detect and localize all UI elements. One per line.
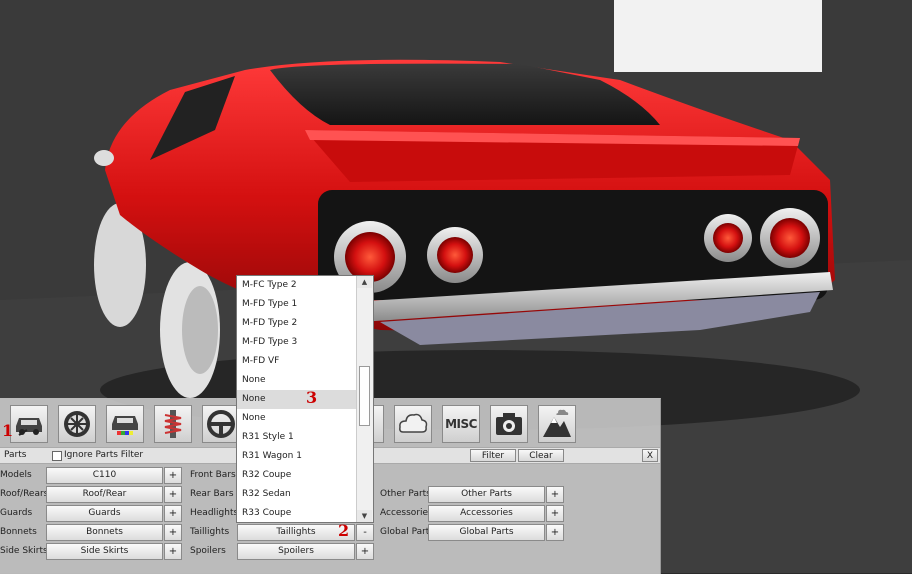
annotation-3: 3 (306, 388, 318, 407)
misc-label: MISC (445, 417, 477, 431)
misc-icon[interactable]: MISC (442, 405, 480, 443)
dropdown-option-selected[interactable]: None (237, 390, 357, 409)
clear-button[interactable]: Clear (518, 449, 564, 462)
ignore-parts-filter-label: Ignore Parts Filter (64, 450, 144, 460)
dropdown-option[interactable]: R31 Style 1 (237, 428, 357, 447)
steering-icon[interactable] (202, 405, 240, 443)
guards-button[interactable]: Guards (46, 505, 163, 522)
close-button[interactable]: X (642, 449, 658, 462)
dropdown-option[interactable]: None (237, 371, 357, 390)
guards-label: Guards (0, 508, 33, 518)
side-skirts-label: Side Skirts (0, 546, 48, 556)
global-parts-add-button[interactable]: + (546, 524, 564, 541)
camera-icon[interactable] (490, 405, 528, 443)
front-bars-label: Front Bars (190, 470, 236, 480)
accessories-add-button[interactable]: + (546, 505, 564, 522)
spoilers-add-button[interactable]: + (356, 543, 374, 560)
annotation-1: 1 (2, 421, 14, 440)
dropdown-option[interactable]: R31 Wagon 1 (237, 447, 357, 466)
other-parts-label: Other Parts (380, 489, 431, 499)
dropdown-option[interactable]: M-FD Type 2 (237, 314, 357, 333)
dropdown-scrollbar[interactable]: ▲ ▼ (356, 276, 373, 522)
ignore-parts-filter-checkbox[interactable] (52, 451, 62, 461)
scroll-down-arrow-icon[interactable]: ▼ (357, 510, 372, 522)
guards-add-button[interactable]: + (164, 505, 182, 522)
models-label: Models (0, 470, 32, 480)
accessories-label: Accessories (380, 508, 433, 518)
rear-bars-label: Rear Bars (190, 489, 234, 499)
models-add-button[interactable]: + (164, 467, 182, 484)
other-parts-add-button[interactable]: + (546, 486, 564, 503)
dropdown-option[interactable]: M-FC Type 2 (237, 276, 357, 295)
roof-rear-button[interactable]: Roof/Rear (46, 486, 163, 503)
paint-icon[interactable] (106, 405, 144, 443)
dropdown-option[interactable]: None (237, 409, 357, 428)
other-parts-button[interactable]: Other Parts (428, 486, 545, 503)
global-parts-label: Global Parts (380, 527, 435, 537)
dropdown-option[interactable]: M-FD Type 3 (237, 333, 357, 352)
suspension-icon[interactable] (154, 405, 192, 443)
dropdown-option[interactable]: M-FD Type 1 (237, 295, 357, 314)
body-parts-icon[interactable] (10, 405, 48, 443)
global-parts-button[interactable]: Global Parts (428, 524, 545, 541)
headlights-label: Headlights (190, 508, 239, 518)
scroll-up-arrow-icon[interactable]: ▲ (357, 276, 372, 288)
taillights-remove-button[interactable]: - (356, 524, 374, 541)
wheel-icon[interactable] (58, 405, 96, 443)
models-button[interactable]: C110 (46, 467, 163, 484)
smoke-icon[interactable] (394, 405, 432, 443)
bonnets-add-button[interactable]: + (164, 524, 182, 541)
spoilers-button[interactable]: Spoilers (237, 543, 355, 560)
environment-icon[interactable] (538, 405, 576, 443)
taillights-dropdown[interactable]: M-FC Type 2 M-FD Type 1 M-FD Type 2 M-FD… (236, 275, 374, 523)
side-skirts-add-button[interactable]: + (164, 543, 182, 560)
spoilers-label: Spoilers (190, 546, 226, 556)
dropdown-option[interactable]: M-FD VF (237, 352, 357, 371)
side-skirts-button[interactable]: Side Skirts (46, 543, 163, 560)
bonnets-button[interactable]: Bonnets (46, 524, 163, 541)
dropdown-option[interactable]: R32 Sedan (237, 485, 357, 504)
taillights-label: Taillights (190, 527, 230, 537)
roof-rear-add-button[interactable]: + (164, 486, 182, 503)
bonnets-label: Bonnets (0, 527, 37, 537)
scroll-thumb[interactable] (359, 366, 370, 426)
dropdown-option[interactable]: R32 Coupe (237, 466, 357, 485)
accessories-button[interactable]: Accessories (428, 505, 545, 522)
dropdown-option[interactable]: R33 Coupe (237, 504, 357, 522)
filter-button[interactable]: Filter (470, 449, 516, 462)
parts-label: Parts (4, 450, 27, 460)
annotation-2: 2 (338, 521, 350, 540)
roof-rears-label: Roof/Rears (0, 489, 49, 499)
